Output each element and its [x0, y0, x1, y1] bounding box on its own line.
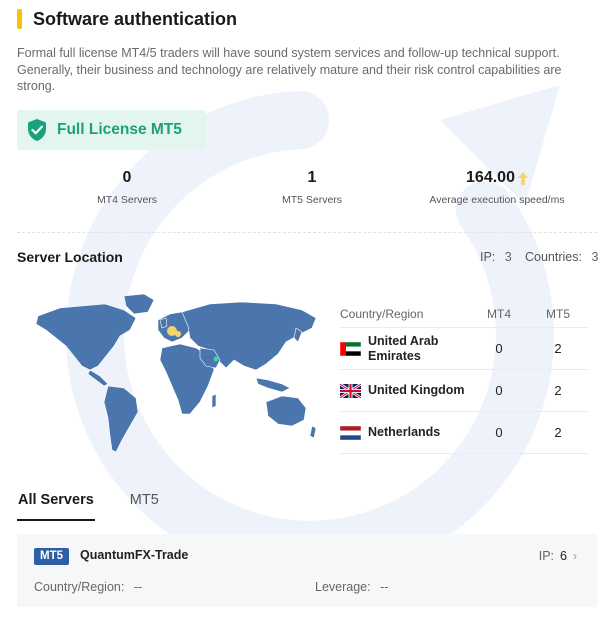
country-name: United Kingdom — [368, 383, 465, 397]
mt4-servers-stat: 0 MT4 Servers — [67, 168, 187, 206]
table-header: Country/Region MT4 MT5 — [340, 300, 588, 328]
page-title: Software authentication — [33, 8, 238, 29]
mt4-servers-value: 0 — [122, 169, 132, 186]
shield-check-icon — [28, 119, 46, 141]
uae-flag-icon — [340, 341, 361, 356]
server-card[interactable]: MT5 QuantumFX-Trade IP: 6 › Country/Regi… — [17, 534, 597, 607]
map-marker-netherlands — [175, 331, 181, 337]
header-mt5: MT5 — [546, 306, 570, 321]
map-new-zealand — [309, 425, 317, 439]
map-madagascar — [211, 393, 217, 409]
ip-count-label: IP: — [480, 250, 496, 264]
country-count: Countries: 3 — [525, 250, 598, 264]
tab-all-servers[interactable]: All Servers — [17, 490, 95, 521]
country-cell: United Arab Emirates — [340, 334, 470, 364]
chevron-right-icon[interactable]: › — [573, 549, 577, 563]
server-leverage: Leverage: -- — [315, 580, 388, 594]
mt4-count: 0 — [495, 341, 503, 356]
netherlands-flag-icon — [340, 425, 361, 440]
server-leverage-label: Leverage: — [315, 580, 371, 594]
country-cell: Netherlands — [340, 425, 470, 440]
map-indonesia — [255, 377, 291, 393]
server-ip-value: 6 — [560, 549, 567, 563]
section-divider — [17, 232, 597, 233]
map-marker-uae — [213, 356, 219, 362]
server-tabs: All Servers MT5 — [17, 490, 194, 522]
mt4-count: 0 — [495, 425, 503, 440]
table-row: Netherlands 0 2 — [340, 412, 588, 454]
server-leverage-value: -- — [380, 580, 389, 594]
ip-count: IP: 3 — [480, 250, 512, 264]
header-accent-bar — [17, 9, 22, 29]
exec-speed-value: 164.00 — [466, 169, 515, 186]
exec-speed-label: Average execution speed/ms — [429, 194, 565, 206]
mt4-servers-label: MT4 Servers — [96, 194, 158, 206]
country-count-value: 3 — [591, 250, 599, 264]
country-cell: United Kingdom — [340, 383, 470, 398]
exec-speed-value-row: 164.00 — [417, 168, 577, 188]
header-country: Country/Region — [340, 306, 424, 321]
mt5-count: 2 — [554, 341, 562, 356]
map-australia — [265, 395, 307, 427]
server-country: Country/Region: -- — [34, 580, 142, 594]
mt5-count: 2 — [554, 383, 562, 398]
server-location-title: Server Location — [17, 249, 123, 265]
country-name: United Arab Emirates — [368, 333, 439, 363]
map-greenland — [123, 293, 155, 315]
country-count-label: Countries: — [525, 250, 582, 264]
mt5-servers-value: 1 — [307, 169, 317, 186]
map-north-america — [35, 303, 137, 371]
country-name: Netherlands — [368, 425, 441, 439]
map-central-america — [87, 369, 109, 387]
exec-speed-stat: 164.00 Average execution speed/ms — [417, 168, 577, 206]
tab-mt5[interactable]: MT5 — [129, 490, 160, 521]
header-mt4: MT4 — [487, 306, 511, 321]
map-south-america — [103, 385, 139, 453]
license-badge: Full License MT5 — [17, 110, 206, 150]
section-header: Software authentication — [17, 8, 237, 30]
world-map — [35, 293, 317, 453]
ip-count-value: 3 — [504, 250, 512, 264]
mt5-servers-label: MT5 Servers — [281, 194, 343, 206]
server-country-value: -- — [133, 580, 143, 594]
description-text: Formal full license MT4/5 traders will h… — [17, 46, 562, 93]
server-ip-label: IP: — [538, 549, 555, 563]
platform-badge: MT5 — [34, 548, 69, 565]
server-ip[interactable]: IP: 6 › — [539, 549, 577, 563]
uk-flag-icon — [340, 383, 361, 398]
mt5-count: 2 — [554, 425, 562, 440]
server-location-table: Country/Region MT4 MT5 United Arab Emira… — [340, 300, 588, 454]
table-row: United Kingdom 0 2 — [340, 370, 588, 412]
server-country-label: Country/Region: — [34, 580, 125, 594]
mt4-count: 0 — [495, 383, 503, 398]
arrow-up-icon — [517, 171, 528, 185]
table-row: United Arab Emirates 0 2 — [340, 328, 588, 370]
mt5-servers-stat: 1 MT5 Servers — [252, 168, 372, 206]
license-label: Full License MT5 — [57, 121, 182, 138]
server-name: QuantumFX-Trade — [80, 548, 189, 562]
